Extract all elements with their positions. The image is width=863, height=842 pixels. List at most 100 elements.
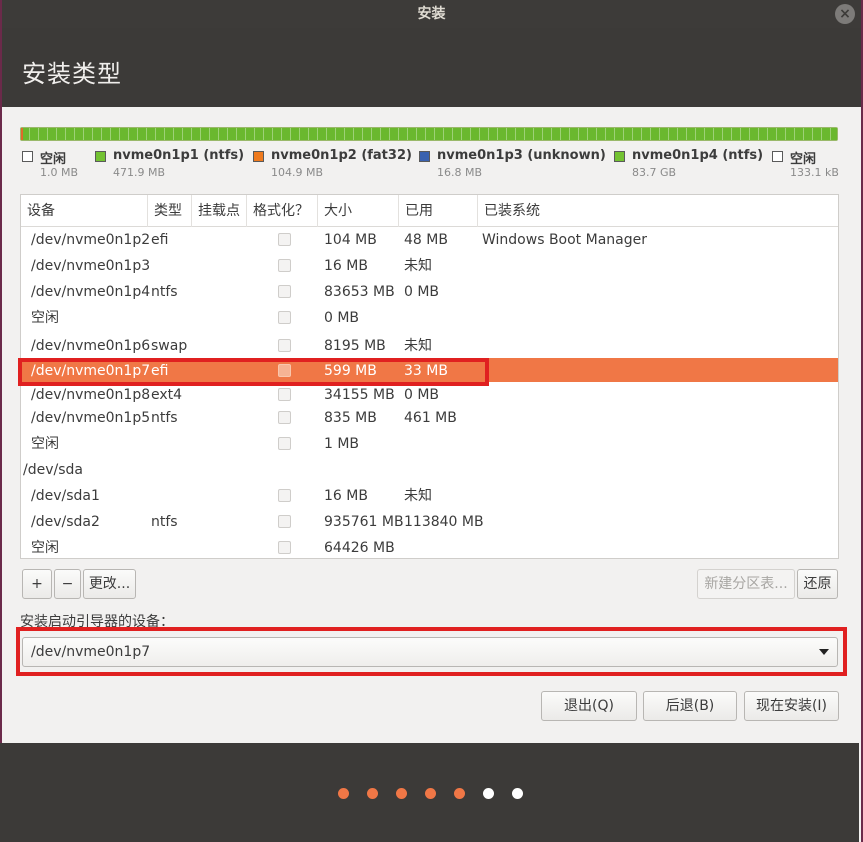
change-partition-button[interactable]: 更改... [83, 569, 136, 599]
legend-size: 133.1 kB [790, 166, 839, 179]
back-button[interactable]: 后退(B) [643, 691, 737, 721]
legend-swatch [772, 151, 783, 162]
column-header[interactable]: 格式化？ [247, 195, 318, 227]
cell-used: 未知 [404, 258, 432, 274]
page-title: 安装类型 [22, 60, 122, 88]
column-header[interactable]: 大小 [318, 195, 399, 227]
partition-usage-bar [20, 127, 838, 141]
cell-device: /dev/nvme0n1p5 [31, 410, 151, 426]
table-row[interactable]: /dev/nvme0n1p2 efi 104 MB 48 MB Windows Boot… [21, 227, 838, 253]
format-checkbox[interactable] [278, 259, 291, 272]
format-checkbox[interactable] [278, 388, 291, 401]
legend-size: 471.9 MB [113, 166, 166, 179]
cell-size: 835 MB [324, 410, 377, 426]
legend-size: 104.9 MB [271, 166, 324, 179]
step-dot [338, 788, 349, 799]
legend-size: 83.7 GB [632, 166, 677, 179]
legend-name: nvme0n1p1 (ntfs) [113, 148, 245, 163]
cell-type: swap [151, 338, 188, 354]
table-row[interactable]: /dev/sda [21, 457, 838, 483]
step-dot [512, 788, 523, 799]
legend-name: nvme0n1p2 (fat32) [271, 148, 412, 163]
legend-name: 空闲 [40, 152, 67, 167]
remove-partition-button[interactable]: − [54, 569, 81, 599]
format-checkbox[interactable] [278, 411, 291, 424]
partition-bar-grid [21, 128, 837, 140]
table-row[interactable]: /dev/nvme0n1p4 ntfs 83653 MB 0 MB [21, 279, 838, 305]
cell-device: /dev/nvme0n1p6 [31, 338, 151, 354]
cell-type: efi [151, 232, 169, 248]
legend-name: nvme0n1p4 (ntfs) [632, 148, 764, 163]
column-header[interactable]: 挂载点 [192, 195, 247, 227]
cell-device: /dev/sda2 [31, 514, 100, 530]
legend-swatch [253, 151, 264, 162]
close-icon[interactable]: × [835, 4, 855, 24]
step-dot [454, 788, 465, 799]
cell-used: 48 MB [404, 232, 448, 248]
cell-used: 113840 MB [404, 514, 484, 530]
cell-size: 0 MB [324, 310, 360, 326]
step-dot [425, 788, 436, 799]
cell-device: /dev/sda1 [31, 488, 100, 504]
cell-device: /dev/nvme0n1p4 [31, 284, 151, 300]
add-partition-button[interactable]: + [22, 569, 52, 599]
cell-size: 16 MB [324, 258, 368, 274]
cell-used: 未知 [404, 488, 432, 504]
column-header[interactable]: 设备 [21, 195, 148, 227]
cell-used: 461 MB [404, 410, 457, 426]
legend-swatch [22, 151, 33, 162]
column-header[interactable]: 已用 [399, 195, 478, 227]
cell-size: 8195 MB [324, 338, 386, 354]
cell-size: 64426 MB [324, 540, 395, 556]
new-partition-table-button[interactable]: 新建分区表... [697, 569, 795, 599]
legend-name: 空闲 [790, 152, 817, 167]
table-row[interactable]: /dev/nvme0n1p5 ntfs 835 MB 461 MB [21, 405, 838, 431]
cell-size: 83653 MB [324, 284, 395, 300]
legend-swatch [419, 151, 430, 162]
legend-name: nvme0n1p3 (unknown) [437, 148, 606, 163]
cell-type: ntfs [151, 410, 178, 426]
table-row[interactable]: 空闲 1 MB [21, 431, 838, 457]
step-dot [367, 788, 378, 799]
step-dot [483, 788, 494, 799]
cell-device: 空闲 [31, 540, 59, 556]
install-now-button[interactable]: 现在安装(I) [744, 691, 839, 721]
table-row[interactable]: /dev/nvme0n1p3 16 MB 未知 [21, 253, 838, 279]
format-checkbox[interactable] [278, 515, 291, 528]
table-row[interactable]: 空闲 0 MB [21, 305, 838, 331]
highlight-box-boot-loader [16, 627, 847, 676]
format-checkbox[interactable] [278, 233, 291, 246]
cell-device: /dev/nvme0n1p3 [31, 258, 151, 274]
legend-swatch [614, 151, 625, 162]
step-dot [396, 788, 407, 799]
table-row[interactable]: /dev/nvme0n1p6 swap 8195 MB 未知 [21, 333, 838, 359]
cell-used: 0 MB [404, 284, 440, 300]
revert-button[interactable]: 还原 [797, 569, 838, 599]
table-row[interactable]: /dev/sda2 ntfs 935761 MB 113840 MB [21, 509, 838, 535]
cell-size: 104 MB [324, 232, 377, 248]
cell-device: 空闲 [31, 436, 59, 452]
cell-used: 未知 [404, 338, 432, 354]
cell-type: ntfs [151, 284, 178, 300]
table-header: 设备 类型 挂载点 格式化？ 大小 已用 已装系统 [21, 195, 838, 227]
format-checkbox[interactable] [278, 437, 291, 450]
format-checkbox[interactable] [278, 285, 291, 298]
cell-device: /dev/nvme0n1p2 [31, 232, 151, 248]
cell-type: ntfs [151, 514, 178, 530]
format-checkbox[interactable] [278, 339, 291, 352]
legend-size: 16.8 MB [437, 166, 483, 179]
table-row[interactable]: /dev/sda1 16 MB 未知 [21, 483, 838, 509]
cell-size: 935761 MB [324, 514, 404, 530]
format-checkbox[interactable] [278, 489, 291, 502]
cell-size: 1 MB [324, 436, 360, 452]
window-title: 安装 [417, 6, 446, 22]
format-checkbox[interactable] [278, 311, 291, 324]
quit-button[interactable]: 退出(Q) [541, 691, 637, 721]
cell-device: 空闲 [31, 310, 59, 326]
column-header[interactable]: 已装系统 [478, 195, 838, 227]
title-bar: 安装 × [2, 0, 861, 28]
table-row[interactable]: 空闲 64426 MB [21, 535, 838, 558]
format-checkbox[interactable] [278, 541, 291, 554]
column-header[interactable]: 类型 [148, 195, 192, 227]
page-header: 安装类型 [2, 28, 861, 107]
